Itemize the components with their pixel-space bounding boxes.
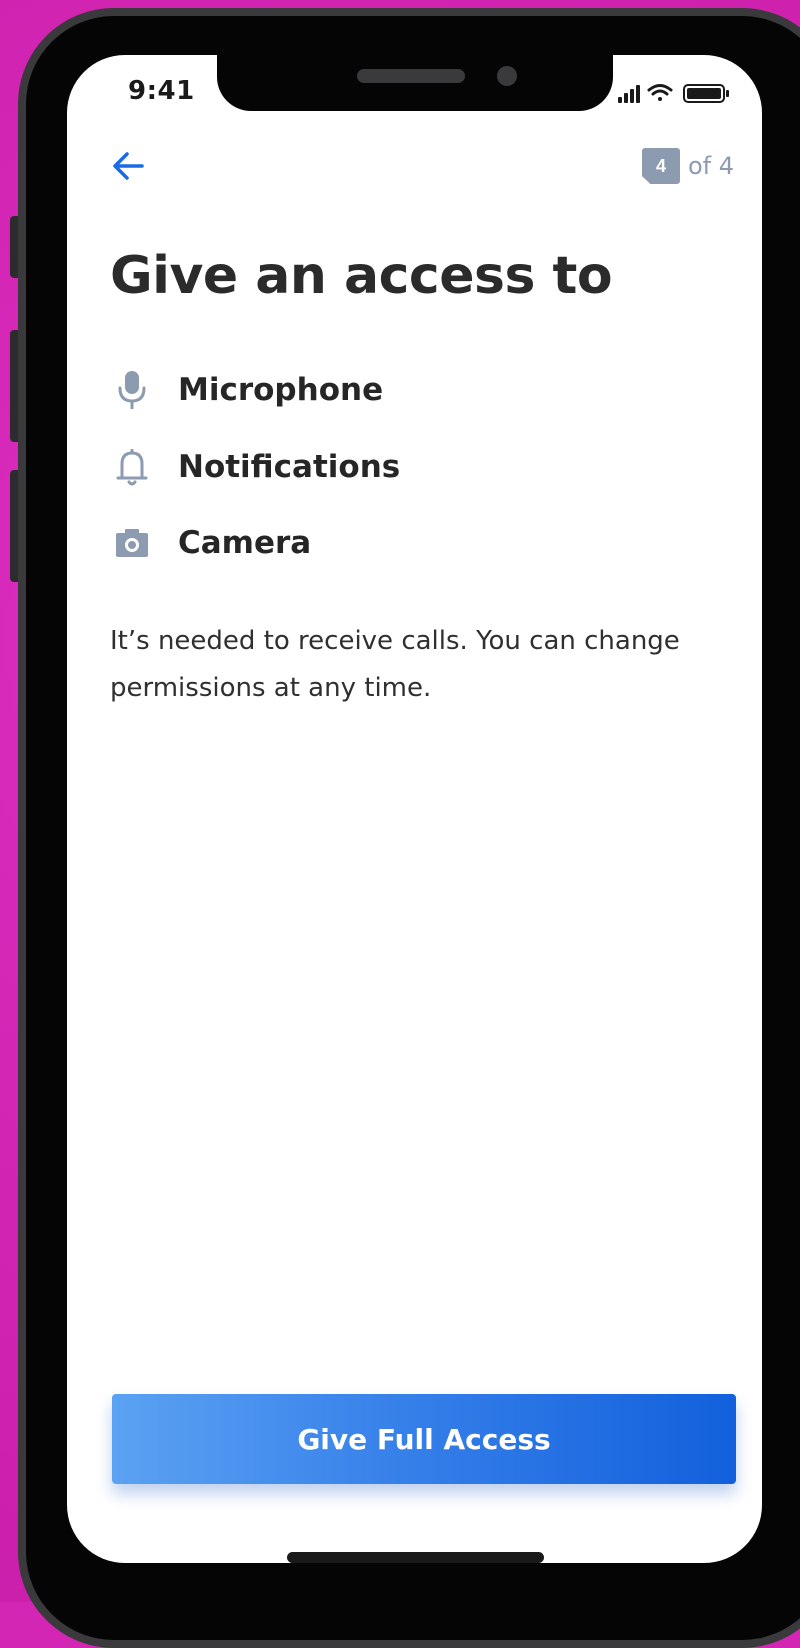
give-full-access-button[interactable]: Give Full Access — [112, 1394, 736, 1484]
back-button[interactable] — [108, 146, 148, 186]
signal-icon — [618, 85, 640, 103]
permission-label-camera: Camera — [178, 525, 312, 561]
microphone-icon — [110, 368, 154, 412]
home-indicator — [287, 1552, 544, 1563]
bell-icon — [110, 445, 154, 489]
camera-icon — [110, 521, 154, 565]
permission-item-camera: Camera — [110, 519, 311, 567]
permission-label-microphone: Microphone — [178, 372, 384, 408]
step-badge: 4 — [642, 148, 680, 184]
battery-icon — [683, 84, 729, 103]
notch — [217, 55, 613, 111]
status-icons — [618, 84, 729, 103]
description-text: It’s needed to receive calls. You can ch… — [110, 626, 680, 703]
arrow-left-icon — [113, 152, 144, 180]
wifi-icon — [647, 84, 673, 101]
step-indicator: 4 of 4 — [642, 148, 734, 184]
permission-item-microphone: Microphone — [110, 366, 383, 414]
page-title: Give an access to — [110, 246, 613, 306]
front-camera — [497, 66, 517, 86]
status-time: 9:41 — [128, 76, 195, 106]
notch-speaker — [357, 69, 465, 83]
permission-label-notifications: Notifications — [178, 449, 401, 485]
step-total: of 4 — [688, 152, 735, 180]
permission-item-notifications: Notifications — [110, 443, 400, 491]
